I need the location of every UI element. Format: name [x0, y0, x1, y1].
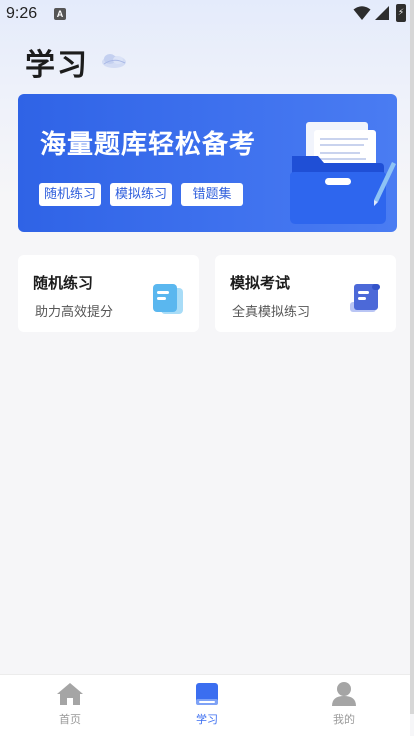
card-subtitle: 全真模拟练习: [232, 305, 311, 320]
tab-study[interactable]: 学习: [139, 675, 275, 736]
tab-mine[interactable]: 我的: [276, 675, 410, 736]
status-time: 9:26: [6, 5, 38, 22]
cloud-icon: [102, 54, 126, 68]
tab-bar: 首页 学习 我的: [0, 674, 410, 736]
status-bar: 9:26 A ⚡: [0, 0, 410, 28]
wifi-icon: [353, 6, 371, 20]
banner-chip-random-practice[interactable]: 随机练习: [39, 183, 101, 206]
promo-banner[interactable]: 海量题库轻松备考 随机练习 模拟练习 错题集: [18, 94, 397, 232]
home-icon: [57, 683, 83, 705]
card-title: 随机练习: [33, 274, 94, 292]
random-practice-card[interactable]: 随机练习 助力高效提分: [18, 255, 199, 332]
card-title: 模拟考试: [230, 274, 291, 292]
user-icon: [332, 682, 356, 706]
card-subtitle: 助力高效提分: [35, 305, 114, 320]
document-icon: [153, 284, 183, 314]
scroll-icon: [350, 284, 380, 312]
banner-chip-wrong-questions[interactable]: 错题集: [181, 183, 243, 206]
tab-home[interactable]: 首页: [2, 675, 138, 736]
page-title: 学习: [25, 48, 89, 83]
signal-icon: [375, 6, 389, 20]
folder-icon: [290, 122, 396, 224]
tab-label: 首页: [59, 713, 81, 726]
battery-icon: ⚡: [396, 4, 406, 22]
tab-label: 我的: [333, 713, 355, 726]
tab-label: 学习: [196, 713, 218, 726]
scrollbar[interactable]: [410, 0, 414, 714]
banner-title: 海量题库轻松备考: [40, 130, 257, 160]
mock-exam-card[interactable]: 模拟考试 全真模拟练习: [215, 255, 396, 332]
app-page: 9:26 A ⚡ 学习 海量题库轻松备考 随机练习 模拟练习 错题集 随机练习 …: [0, 0, 410, 736]
notification-icon: A: [54, 8, 66, 20]
book-icon: [196, 683, 218, 705]
banner-chip-mock-practice[interactable]: 模拟练习: [110, 183, 172, 206]
